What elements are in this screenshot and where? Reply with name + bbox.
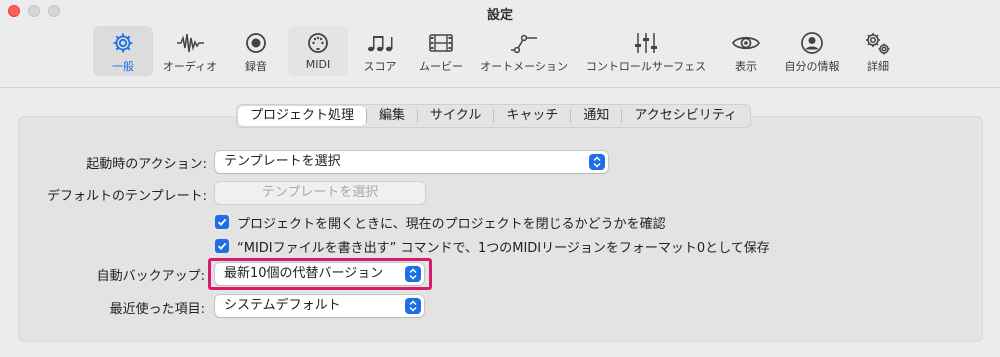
toolbar-automation[interactable]: オートメーション [476,26,572,76]
toolbar-label: コントロールサーフェス [585,60,707,73]
toolbar-label: スコア [363,60,397,73]
midi-save-format-checkbox-label: “MIDIファイルを書き出す” コマンドで、1つのMIDIリージョンをフォーマッ… [237,241,770,256]
tab-accessibility[interactable]: アクセシビリティ [622,106,749,126]
startup-action-value: テンプレートを選択 [224,154,341,169]
tab-cycle[interactable]: サイクル [418,106,493,126]
checkmark-icon [217,242,227,250]
startup-action-popup[interactable]: テンプレートを選択 [215,151,608,173]
window-title: 設定 [486,8,513,23]
toolbar-label: ムービー [419,60,463,73]
highlight-annotation [208,258,432,290]
toolbar-label: 一般 [112,60,134,73]
midi-save-format-checkbox[interactable] [215,239,229,253]
recent-items-label: 最近使った項目: [109,302,205,317]
midi-connector-icon [308,33,328,53]
toolbar-divider [0,87,1000,88]
default-template-label: デフォルトのテンプレート: [47,189,207,204]
gear-icon [113,33,133,53]
tab-catch[interactable]: キャッチ [494,106,570,126]
gears-icon [866,33,890,55]
toolbar-label: 録音 [245,60,267,73]
toolbar-label: MIDI [305,58,331,71]
toolbar-movie[interactable]: ムービー [412,26,470,76]
popup-arrows-icon [405,298,421,314]
toolbar-label: オートメーション [480,60,568,73]
recent-items-popup[interactable]: システムデフォルト [215,295,424,317]
sliders-icon [635,33,657,53]
close-project-checkbox-label: プロジェクトを開くときに、現在のプロジェクトを閉じるかどうかを確認 [237,217,666,232]
tab-editing[interactable]: 編集 [367,106,417,126]
checkmark-icon [217,218,227,226]
toolbar-label: オーディオ [162,60,218,73]
tab-notifications[interactable]: 通知 [571,106,621,126]
record-icon [246,33,266,53]
tab-bar: プロジェクト処理 編集 サイクル キャッチ 通知 アクセシビリティ [236,104,751,128]
toolbar-my-info[interactable]: 自分の情報 [778,26,846,76]
popup-arrows-icon [589,154,605,170]
person-icon [801,32,823,54]
toolbar-audio[interactable]: オーディオ [158,26,222,76]
film-icon [429,34,453,52]
close-project-checkbox[interactable] [215,215,229,229]
eye-icon [732,36,760,50]
auto-backup-label: 自動バックアップ: [96,269,205,284]
waveform-icon [177,33,204,53]
toolbar-control-surfaces[interactable]: コントロールサーフェス [582,26,710,76]
toolbar-midi[interactable]: MIDI [288,26,348,76]
toolbar-label: 詳細 [867,60,889,73]
toolbar-recording[interactable]: 録音 [232,26,280,76]
toolbar-score[interactable]: スコア [358,26,402,76]
toolbar-label: 表示 [735,60,757,73]
startup-action-label: 起動時のアクション: [86,157,207,172]
choose-template-button[interactable]: テンプレートを選択 [215,182,425,204]
automation-curve-icon [511,34,537,54]
toolbar-advanced[interactable]: 詳細 [856,26,900,76]
music-notes-icon [368,36,393,52]
tab-project-handling[interactable]: プロジェクト処理 [238,106,367,126]
recent-items-value: システムデフォルト [224,298,341,313]
toolbar-general[interactable]: 一般 [93,26,153,76]
title-bar: 設定 [0,0,1000,23]
toolbar-label: 自分の情報 [784,60,840,73]
toolbar-display[interactable]: 表示 [724,26,768,76]
